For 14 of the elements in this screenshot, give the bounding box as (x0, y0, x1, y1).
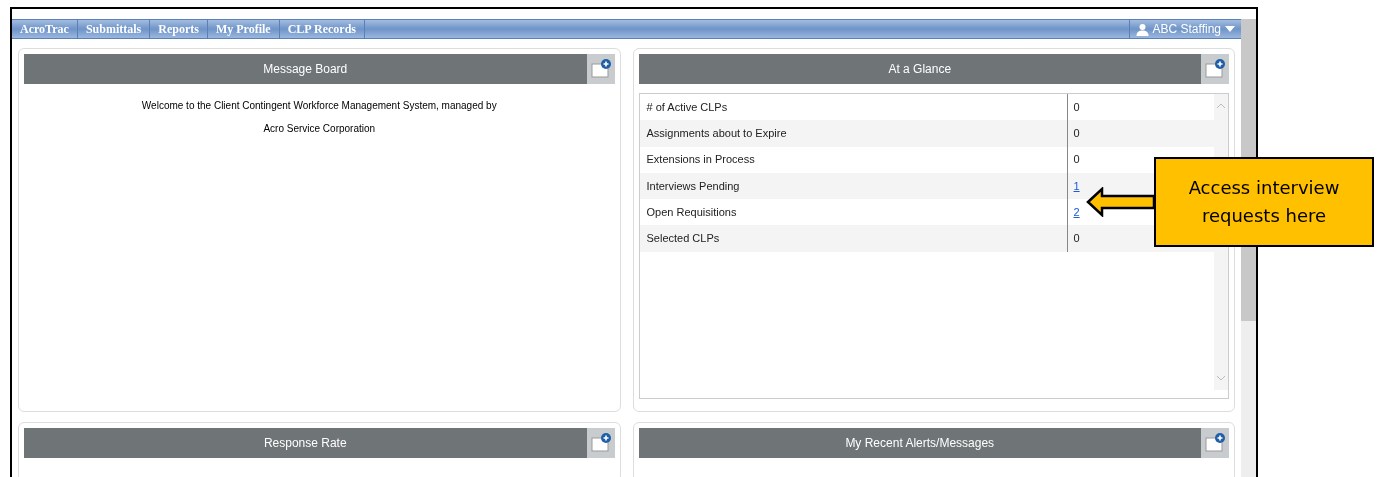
panel-title: Message Board (262, 61, 349, 78)
table-cell-text: 0 (1073, 99, 1080, 115)
welcome-text: Acro Service Corporation (263, 122, 376, 136)
table-cell-text: 0 (1073, 231, 1080, 247)
table-cell-text: 0 (1073, 152, 1080, 168)
table-cell: Assignments about to Expire (639, 120, 1068, 147)
panel-title: My Recent Alerts/Messages (844, 435, 996, 452)
table-cell: Extensions in Process (639, 146, 1068, 173)
callout-text: Access interview requests here (1187, 176, 1341, 228)
panel-title: At a Glance (887, 61, 953, 78)
welcome-text: Welcome to the Client Contingent Workforce Management System, managed by (141, 99, 497, 113)
table-cell: Selected CLPs (639, 225, 1068, 252)
table-cell-text: 0 (1073, 126, 1080, 142)
panel-title: Response Rate (262, 435, 348, 452)
